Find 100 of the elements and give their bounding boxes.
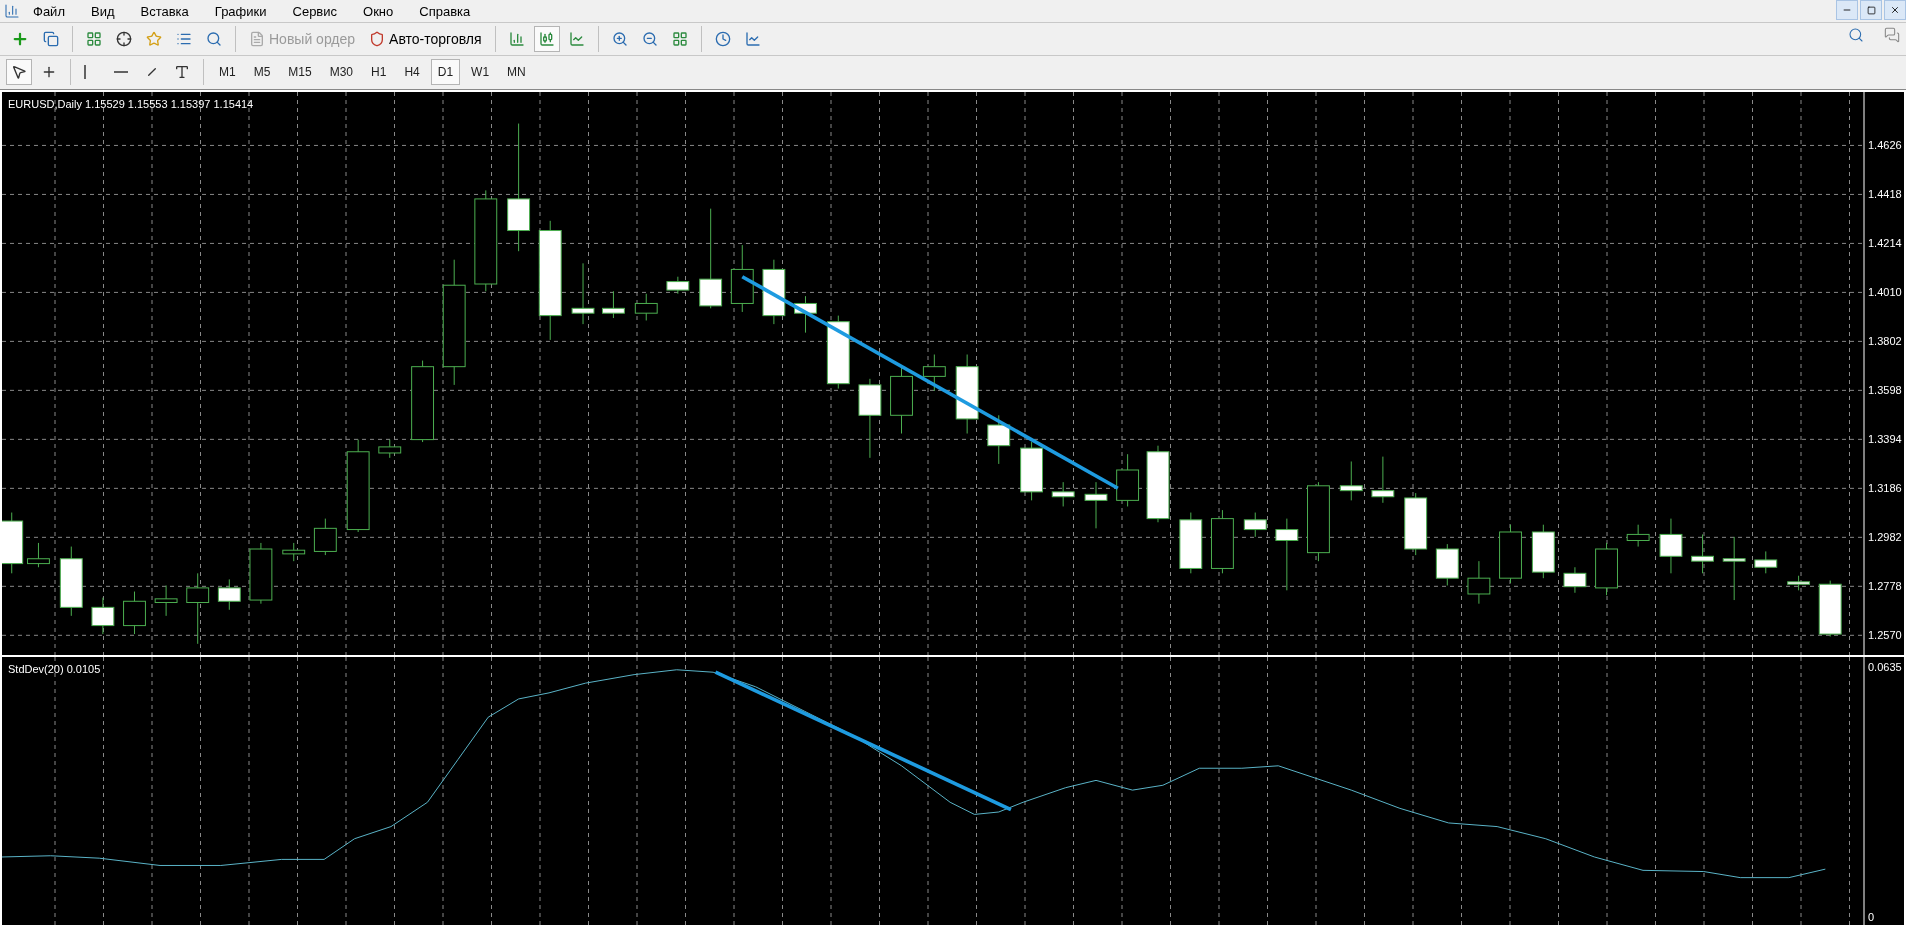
plus-icon	[11, 30, 29, 48]
crosshair-icon	[116, 31, 132, 47]
candlestick	[1626, 524, 1650, 548]
zoom-out-icon	[641, 31, 658, 47]
menu-item[interactable]: Вставка	[127, 3, 202, 19]
grid-icon	[671, 31, 688, 47]
candlestick-button[interactable]	[533, 26, 560, 52]
candlestick	[1339, 461, 1363, 501]
price-label: 1.3802	[1868, 335, 1902, 348]
candlestick	[634, 293, 658, 321]
timeframe-button[interactable]: M15	[281, 59, 319, 85]
price-label: 1.2570	[1868, 629, 1902, 642]
restore-icon	[1866, 5, 1876, 15]
menu-item[interactable]: Окно	[350, 3, 407, 19]
timeframe-button[interactable]: H4	[397, 59, 427, 85]
candlestick	[987, 414, 1011, 465]
vertical-line-icon	[84, 65, 86, 79]
candlestick	[1179, 512, 1203, 574]
cursor-icon	[11, 64, 27, 80]
menu-item[interactable]: Графики	[201, 3, 280, 19]
menu-item[interactable]: Справка	[406, 3, 484, 19]
candlestick	[1020, 441, 1043, 501]
indicator-value-label: 0.0635	[1868, 661, 1902, 673]
line-chart-icon	[744, 31, 761, 47]
candlestick	[1467, 560, 1491, 605]
candlestick	[1722, 536, 1746, 601]
horizontal-line-icon	[114, 71, 128, 73]
list-icon	[176, 31, 192, 47]
indicator-title: StdDev(20) 0.0105	[8, 663, 101, 675]
timeframe-button[interactable]: D1	[430, 59, 461, 85]
shield-icon	[369, 31, 386, 47]
candlestick	[602, 290, 625, 319]
candlestick	[154, 584, 178, 617]
candlestick	[1371, 456, 1395, 504]
candlestick	[282, 542, 306, 562]
menu-item[interactable]: Файл	[20, 3, 78, 19]
timeframe-button[interactable]: MN	[500, 59, 533, 85]
timeframe-button[interactable]: W1	[464, 59, 497, 85]
windows-icon	[43, 31, 59, 47]
toolbar-button[interactable]: Авто-торговля	[364, 26, 487, 52]
timeframe-button[interactable]: H1	[364, 59, 394, 85]
candlestick	[794, 295, 817, 334]
timeframe-button[interactable]: M5	[246, 59, 278, 85]
plus-icon	[41, 64, 57, 80]
candlestick	[730, 244, 754, 313]
candlestick	[762, 259, 786, 325]
candlestick	[123, 591, 146, 635]
candlestick	[571, 262, 595, 325]
price-label: 1.3186	[1868, 482, 1902, 495]
candlestick	[1563, 566, 1587, 594]
candlestick	[1754, 550, 1778, 574]
price-label: 1.4214	[1868, 237, 1902, 250]
star-icon	[146, 31, 162, 47]
close-button[interactable]	[1884, 0, 1906, 20]
timeframe-button[interactable]: M30	[322, 59, 361, 85]
grid-icon	[86, 31, 102, 47]
candlestick	[378, 439, 402, 459]
clock-icon	[714, 31, 731, 47]
candlestick	[1211, 509, 1234, 574]
bar-chart-icon	[508, 31, 525, 47]
chart-title: EURUSD,Daily 1.15529 1.15553 1.15397 1.15414	[8, 98, 254, 110]
price-label: 1.3394	[1868, 433, 1902, 446]
candlestick	[1818, 580, 1842, 637]
close-icon	[1890, 5, 1900, 15]
price-label: 1.4626	[1868, 139, 1902, 152]
candlestick	[249, 542, 273, 605]
price-label: 1.4010	[1868, 286, 1902, 299]
text-icon	[174, 64, 190, 80]
menu-item[interactable]: Сервис	[279, 3, 351, 19]
candlestick	[1531, 524, 1555, 579]
restore-button[interactable]	[1860, 0, 1882, 20]
candlestick	[27, 542, 50, 568]
candlestick	[1499, 524, 1522, 584]
document-icon	[249, 31, 265, 47]
search-icon	[1848, 27, 1864, 43]
candlestick	[91, 597, 115, 635]
minimize-button[interactable]	[1836, 0, 1858, 20]
app-icon	[4, 3, 20, 19]
search-icon	[206, 31, 222, 47]
candlestick	[1435, 543, 1459, 586]
candlestick	[59, 546, 83, 617]
price-label: 1.2778	[1868, 580, 1902, 593]
candlestick	[1243, 512, 1267, 538]
menu-item[interactable]: Вид	[77, 3, 128, 19]
candlestick-icon	[538, 31, 555, 47]
candlestick	[890, 366, 913, 434]
candlestick	[1595, 542, 1618, 596]
candlestick	[1404, 492, 1428, 556]
candlestick	[666, 276, 690, 295]
cursor-button[interactable]	[6, 59, 32, 85]
timeframe-button[interactable]: M1	[212, 59, 243, 85]
candlestick	[313, 518, 337, 556]
candlestick	[1051, 481, 1075, 507]
indicator-value-label: 0	[1868, 911, 1875, 923]
candlestick	[1691, 533, 1714, 574]
price-label: 1.4418	[1868, 188, 1902, 201]
candlestick	[1787, 575, 1811, 591]
chat-icon	[1884, 27, 1900, 43]
candlestick	[922, 354, 946, 392]
candlestick	[1659, 518, 1683, 574]
